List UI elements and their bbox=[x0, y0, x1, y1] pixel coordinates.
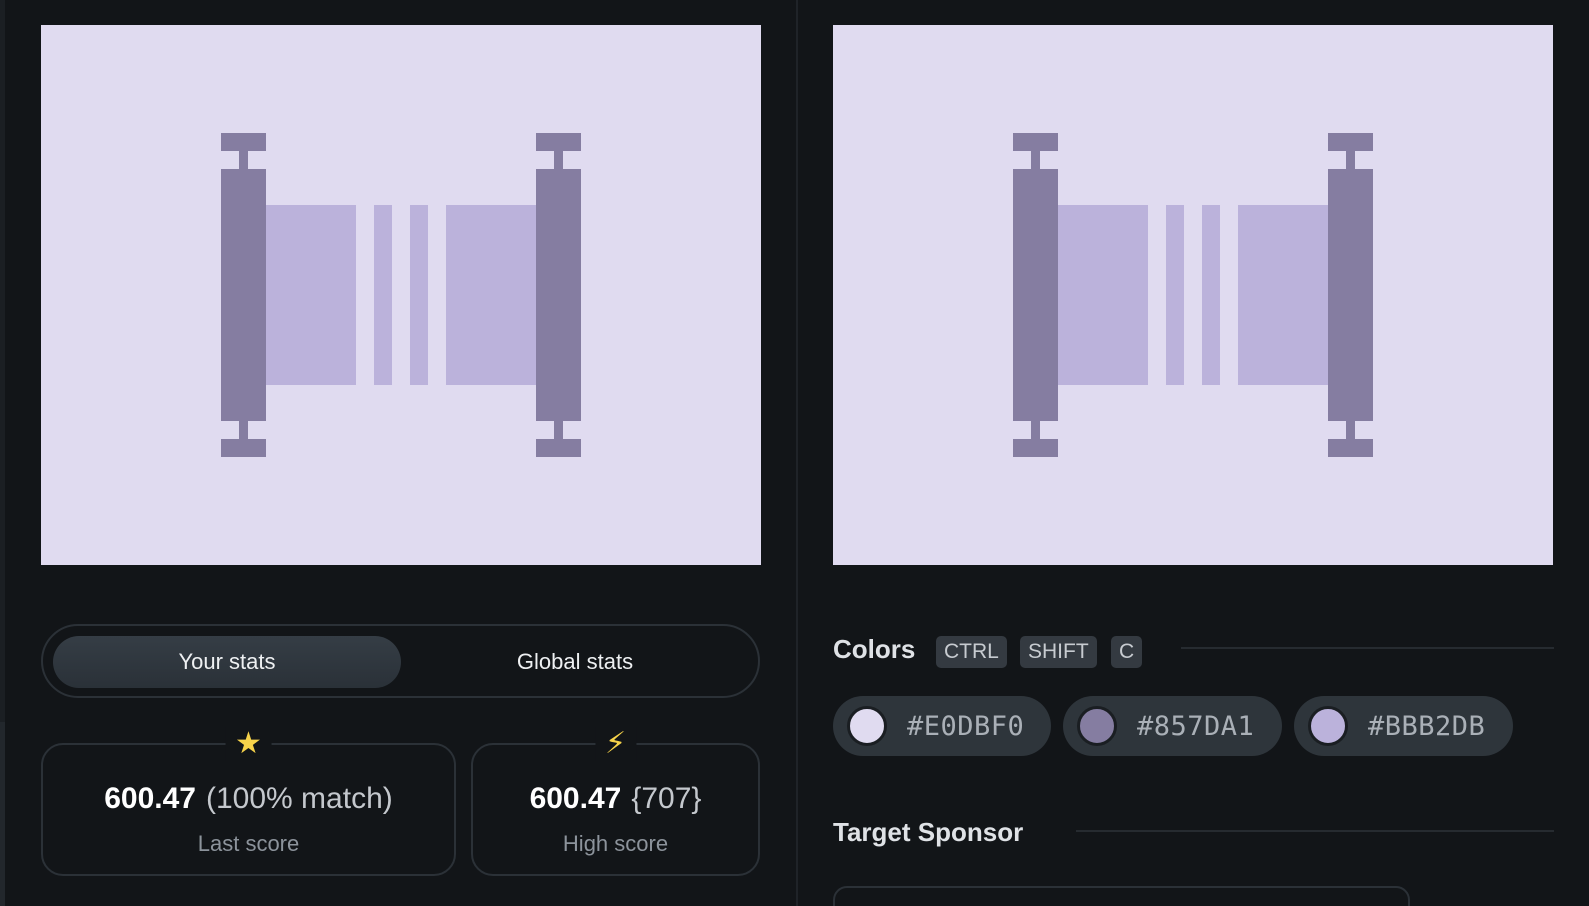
shortcut-key-c: C bbox=[1111, 636, 1143, 668]
right-neck-bottom bbox=[1346, 421, 1355, 439]
lightning-icon: ⚡ bbox=[594, 727, 637, 761]
left-panel bbox=[266, 205, 356, 385]
target-sponsor-heading: Target Sponsor bbox=[833, 817, 1024, 847]
left-neck-top bbox=[239, 151, 248, 169]
color-hex: #E0DBF0 bbox=[907, 710, 1025, 742]
right-neck-top bbox=[554, 151, 563, 169]
sponsor-divider bbox=[1076, 830, 1554, 832]
shortcut-key-ctrl: CTRL bbox=[936, 636, 1007, 668]
center-bar-1 bbox=[374, 205, 392, 385]
last-score-match: (100% match) bbox=[206, 782, 393, 815]
sponsor-box bbox=[833, 886, 1410, 906]
center-bar-2 bbox=[410, 205, 428, 385]
right-neck-top bbox=[1346, 151, 1355, 169]
target-canvas bbox=[833, 25, 1553, 565]
last-score-card: ★ 600.47 (100% match) Last score bbox=[41, 727, 456, 876]
high-score-chars: {707} bbox=[631, 782, 702, 815]
center-bar-1 bbox=[1166, 205, 1184, 385]
left-edge-strip bbox=[0, 0, 5, 722]
right-pillar bbox=[536, 169, 581, 421]
center-bar-2 bbox=[1202, 205, 1220, 385]
last-score-label: Last score bbox=[197, 831, 300, 856]
right-cap-bottom bbox=[1328, 439, 1373, 457]
color-hex: #BBB2DB bbox=[1368, 710, 1486, 742]
output-canvas bbox=[41, 25, 761, 565]
right-cap-top bbox=[1328, 133, 1373, 151]
left-panel bbox=[1058, 205, 1148, 385]
right-cap-top bbox=[536, 133, 581, 151]
tab-global-stats[interactable]: Global stats bbox=[401, 636, 749, 688]
colors-divider bbox=[1181, 647, 1554, 649]
left-edge-strip-lower bbox=[0, 722, 5, 906]
right-cap-bottom bbox=[536, 439, 581, 457]
color-pill[interactable]: #857DA1 bbox=[1063, 696, 1282, 756]
output-drawing bbox=[41, 25, 761, 565]
target-drawing bbox=[833, 25, 1553, 565]
left-neck-bottom bbox=[239, 421, 248, 439]
right-panel bbox=[446, 205, 536, 385]
color-swatch bbox=[847, 706, 887, 746]
color-hex: #857DA1 bbox=[1137, 710, 1255, 742]
color-swatch bbox=[1077, 706, 1117, 746]
canvas-background bbox=[41, 25, 761, 565]
stats-toggle: Your stats Global stats bbox=[41, 624, 760, 698]
high-score-card: ⚡ 600.47 {707} High score bbox=[471, 727, 760, 876]
high-score-value: 600.47 bbox=[529, 782, 622, 815]
color-pill[interactable]: #BBB2DB bbox=[1294, 696, 1513, 756]
left-cap-bottom bbox=[1013, 439, 1058, 457]
color-swatch bbox=[1308, 706, 1348, 746]
high-score-line: 600.47 {707} bbox=[473, 781, 758, 817]
left-pillar bbox=[1013, 169, 1058, 421]
left-pillar bbox=[221, 169, 266, 421]
colors-heading: Colors bbox=[833, 634, 916, 664]
panel-divider bbox=[796, 0, 798, 906]
last-score-value: 600.47 bbox=[104, 782, 196, 815]
shortcut-key-shift: SHIFT bbox=[1020, 636, 1097, 668]
last-score-line: 600.47 (100% match) bbox=[43, 781, 454, 817]
left-cap-top bbox=[221, 133, 266, 151]
left-neck-bottom bbox=[1031, 421, 1040, 439]
tab-your-stats[interactable]: Your stats bbox=[53, 636, 401, 688]
color-pill[interactable]: #E0DBF0 bbox=[833, 696, 1051, 756]
high-score-label: High score bbox=[562, 831, 669, 856]
left-neck-top bbox=[1031, 151, 1040, 169]
right-neck-bottom bbox=[554, 421, 563, 439]
star-icon: ★ bbox=[225, 727, 272, 761]
right-pillar bbox=[1328, 169, 1373, 421]
right-panel bbox=[1238, 205, 1328, 385]
left-cap-top bbox=[1013, 133, 1058, 151]
left-cap-bottom bbox=[221, 439, 266, 457]
canvas-background bbox=[833, 25, 1553, 565]
